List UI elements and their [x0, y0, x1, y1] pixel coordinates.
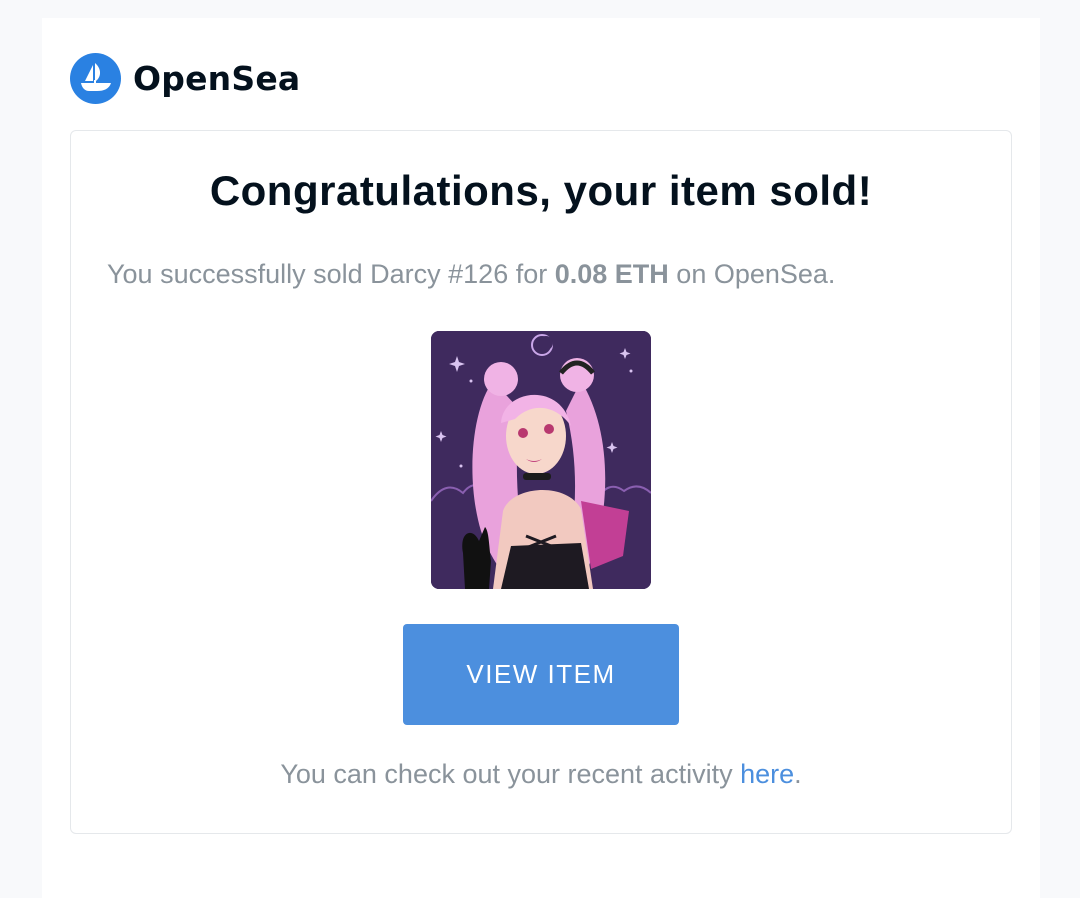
activity-note-suffix: .	[794, 759, 802, 789]
sale-card: Congratulations, your item sold! You suc…	[70, 130, 1012, 834]
nft-artwork-image[interactable]	[431, 331, 651, 589]
headline: Congratulations, your item sold!	[209, 167, 873, 214]
activity-note: You can check out your recent activity h…	[71, 759, 1011, 790]
activity-note-prefix: You can check out your recent activity	[280, 759, 741, 789]
sale-message-suffix: on OpenSea.	[668, 259, 836, 289]
brand-header: OpenSea	[70, 52, 300, 104]
view-item-button[interactable]: VIEW ITEM	[403, 624, 679, 725]
email-body: OpenSea Congratulations, your item sold!…	[42, 18, 1040, 898]
brand-name: OpenSea	[133, 58, 301, 98]
sale-message: You successfully sold Darcy #126 for 0.0…	[107, 259, 835, 290]
activity-here-link[interactable]: here	[740, 759, 794, 789]
opensea-logo-icon	[70, 52, 121, 104]
sale-message-prefix: You successfully sold Darcy #126 for	[107, 259, 555, 289]
sale-price: 0.08 ETH	[554, 259, 669, 289]
